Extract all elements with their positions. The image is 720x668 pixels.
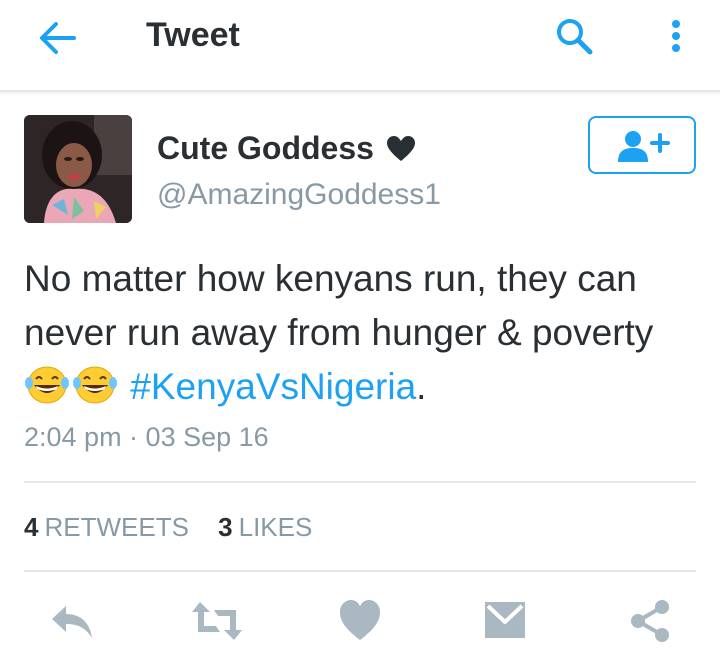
retweet-icon (192, 602, 242, 640)
message-icon (485, 602, 525, 638)
author-handle[interactable]: @AmazingGoddess1 (157, 178, 441, 212)
search-button[interactable] (552, 14, 596, 58)
reply-icon (52, 606, 92, 638)
retweets-count: 4 (24, 512, 39, 542)
tweet-text: No matter how kenyans run, they can neve… (24, 252, 694, 414)
arrow-left-icon (40, 22, 76, 54)
tweet-body: No matter how kenyans run, they can neve… (24, 258, 654, 353)
retweets-stat[interactable]: 4 RETWEETS (24, 512, 189, 542)
divider (24, 570, 696, 572)
laughing-tears-emoji (25, 366, 69, 404)
likes-count: 3 (218, 512, 233, 542)
tweet-stats: 4 RETWEETS 3 LIKES (24, 512, 334, 543)
hashtag-link[interactable]: #KenyaVsNigeria (130, 366, 416, 407)
back-button[interactable] (34, 18, 78, 58)
likes-stat[interactable]: 3 LIKES (218, 512, 312, 542)
share-icon (631, 600, 669, 642)
more-options-button[interactable] (658, 14, 694, 58)
tweet-trailing: . (416, 366, 427, 407)
author-name-row[interactable]: Cute Goddess (157, 130, 416, 170)
direct-message-button[interactable] (482, 598, 528, 644)
avatar[interactable] (24, 115, 132, 223)
add-user-icon (618, 131, 670, 162)
like-button[interactable] (338, 598, 382, 644)
likes-label: LIKES (238, 512, 313, 542)
search-icon (557, 19, 593, 55)
divider (24, 481, 696, 483)
share-button[interactable] (628, 598, 672, 644)
retweets-label: RETWEETS (44, 512, 189, 542)
tweet-timestamp: 2:04 pm · 03 Sep 16 (24, 422, 269, 452)
reply-button[interactable] (48, 598, 96, 644)
retweet-button[interactable] (190, 598, 244, 644)
top-app-bar: Tweet (0, 0, 720, 92)
follow-button[interactable] (588, 116, 696, 174)
avatar-image (24, 115, 132, 223)
more-vertical-icon (672, 20, 680, 52)
page-title: Tweet (146, 16, 240, 54)
author-name: Cute Goddess (157, 130, 374, 166)
heart-icon (387, 135, 416, 161)
laughing-tears-emoji (73, 366, 117, 404)
like-icon (340, 600, 380, 640)
